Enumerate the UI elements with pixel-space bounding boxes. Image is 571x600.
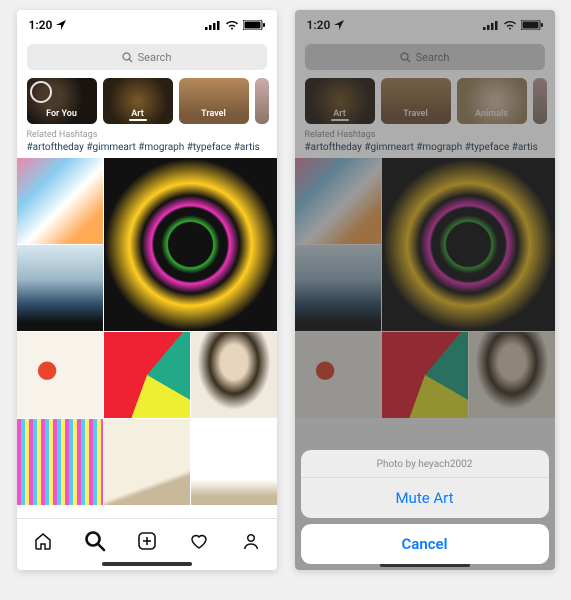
- category-label: Art: [333, 109, 346, 119]
- location-icon: [334, 20, 344, 30]
- category-label: Travel: [403, 109, 428, 119]
- grid-tile[interactable]: [295, 158, 381, 244]
- story-ring-icon: [30, 81, 52, 103]
- tab-search[interactable]: [78, 524, 112, 558]
- search-input[interactable]: Search: [305, 44, 545, 70]
- home-indicator[interactable]: [102, 562, 192, 566]
- grid-tile-featured[interactable]: [104, 158, 277, 331]
- heart-icon: [189, 531, 209, 551]
- cellular-icon: [205, 20, 221, 30]
- tab-bar: [17, 518, 277, 562]
- action-cancel[interactable]: Cancel: [301, 524, 549, 564]
- search-placeholder: Search: [138, 51, 172, 64]
- category-more-peek[interactable]: [533, 78, 547, 124]
- add-post-icon: [137, 531, 157, 551]
- grid-tile-featured[interactable]: [382, 158, 555, 331]
- category-row[interactable]: Art Travel Animals: [295, 78, 555, 130]
- status-time: 1:20: [29, 18, 53, 32]
- explore-screen: 1:20 Search For You Art Travel Related H…: [17, 10, 277, 570]
- grid-tile[interactable]: [382, 332, 468, 418]
- related-hashtags-label: Related Hashtags: [295, 130, 555, 142]
- grid-tile[interactable]: [17, 332, 103, 418]
- search-input[interactable]: Search: [27, 44, 267, 70]
- location-icon: [56, 20, 66, 30]
- explore-screen-actionsheet: 1:20 Search Art Travel Animals Related H…: [295, 10, 555, 570]
- status-bar: 1:20: [17, 10, 277, 40]
- category-row[interactable]: For You Art Travel: [17, 78, 277, 130]
- profile-icon: [241, 531, 261, 551]
- battery-icon: [521, 20, 543, 30]
- category-art[interactable]: Art: [103, 78, 173, 124]
- category-travel[interactable]: Travel: [179, 78, 249, 124]
- grid-tile[interactable]: [469, 332, 555, 418]
- action-sheet-group: Photo by heyach2002 Mute Art: [301, 450, 549, 518]
- search-icon: [122, 52, 133, 63]
- category-animals[interactable]: Animals: [457, 78, 527, 124]
- grid-tile[interactable]: [104, 332, 190, 418]
- category-label: For You: [46, 109, 77, 119]
- action-sheet: Photo by heyach2002 Mute Art Cancel: [301, 450, 549, 564]
- category-for-you[interactable]: For You: [27, 78, 97, 124]
- grid-tile[interactable]: [191, 419, 277, 505]
- hashtag-row[interactable]: #artoftheday #gimmeart #mograph #typefac…: [295, 142, 555, 158]
- wifi-icon: [503, 20, 517, 30]
- search-icon: [84, 530, 106, 552]
- active-underline: [331, 119, 349, 121]
- wifi-icon: [225, 20, 239, 30]
- tab-profile[interactable]: [234, 524, 268, 558]
- grid-tile[interactable]: [295, 332, 381, 418]
- home-icon: [33, 531, 53, 551]
- grid-tile[interactable]: [295, 245, 381, 331]
- grid-tile[interactable]: [17, 419, 103, 505]
- tab-add[interactable]: [130, 524, 164, 558]
- status-bar: 1:20: [295, 10, 555, 40]
- status-time: 1:20: [307, 18, 331, 32]
- category-art[interactable]: Art: [305, 78, 375, 124]
- related-hashtags-label: Related Hashtags: [17, 130, 277, 142]
- tab-activity[interactable]: [182, 524, 216, 558]
- action-sheet-header: Photo by heyach2002: [301, 450, 549, 478]
- search-icon: [400, 52, 411, 63]
- tab-home[interactable]: [26, 524, 60, 558]
- action-mute[interactable]: Mute Art: [301, 478, 549, 518]
- category-label: Travel: [201, 109, 226, 119]
- category-label: Art: [131, 109, 144, 119]
- grid-tile[interactable]: [17, 158, 103, 244]
- grid-tile[interactable]: [104, 419, 190, 505]
- search-placeholder: Search: [416, 51, 450, 64]
- grid-tile[interactable]: [17, 245, 103, 331]
- explore-grid[interactable]: [17, 158, 277, 518]
- category-more-peek[interactable]: [255, 78, 269, 124]
- category-travel[interactable]: Travel: [381, 78, 451, 124]
- cellular-icon: [483, 20, 499, 30]
- battery-icon: [243, 20, 265, 30]
- hashtag-row[interactable]: #artoftheday #gimmeart #mograph #typefac…: [17, 142, 277, 158]
- active-underline: [129, 119, 147, 121]
- grid-tile[interactable]: [191, 332, 277, 418]
- category-label: Animals: [475, 109, 508, 119]
